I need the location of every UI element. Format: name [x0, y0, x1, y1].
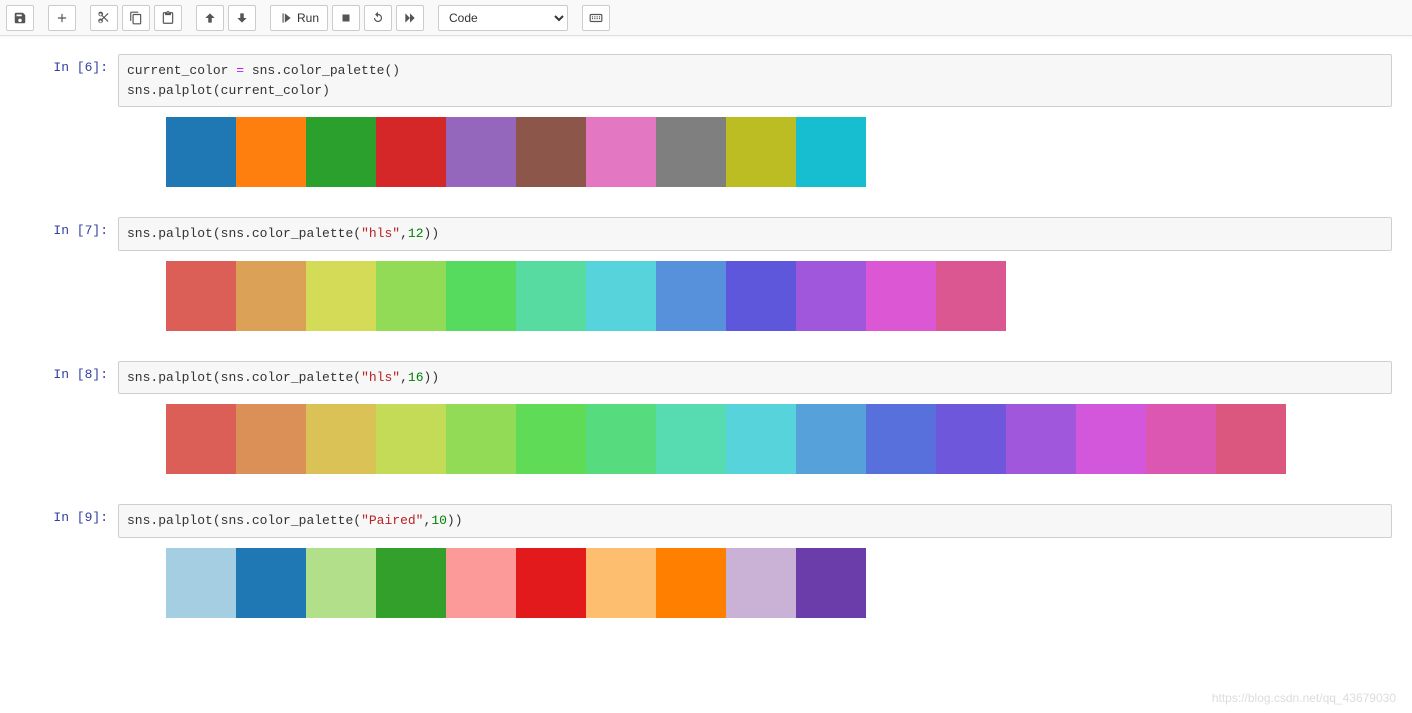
color-swatch — [236, 404, 306, 474]
input-prompt: In [6]: — [20, 54, 118, 75]
insert-cell-button[interactable] — [48, 5, 76, 31]
copy-button[interactable] — [122, 5, 150, 31]
watermark: https://blog.csdn.net/qq_43679030 — [1212, 691, 1396, 705]
color-swatch — [866, 261, 936, 331]
color-swatch — [1076, 404, 1146, 474]
color-swatch — [936, 404, 1006, 474]
color-swatch — [656, 404, 726, 474]
color-swatch — [656, 117, 726, 187]
interrupt-button[interactable] — [332, 5, 360, 31]
cell-type-select[interactable]: CodeMarkdownRaw NBConvertHeading — [438, 5, 568, 31]
cell-output — [20, 261, 1392, 331]
palette-plot — [166, 261, 1006, 331]
run-button[interactable]: Run — [270, 5, 328, 31]
palette-plot — [166, 548, 866, 618]
color-swatch — [1216, 404, 1286, 474]
paste-button[interactable] — [154, 5, 182, 31]
color-swatch — [936, 261, 1006, 331]
restart-button[interactable] — [364, 5, 392, 31]
color-swatch — [306, 404, 376, 474]
color-swatch — [376, 548, 446, 618]
code-input[interactable]: sns.palplot(sns.color_palette("hls",16)) — [118, 361, 1392, 395]
color-swatch — [236, 261, 306, 331]
color-swatch — [306, 548, 376, 618]
color-swatch — [1146, 404, 1216, 474]
color-swatch — [306, 117, 376, 187]
cell-output — [20, 548, 1392, 618]
input-prompt: In [7]: — [20, 217, 118, 238]
cut-button[interactable] — [90, 5, 118, 31]
color-swatch — [726, 404, 796, 474]
color-swatch — [376, 117, 446, 187]
notebook-container: In [6]:current_color = sns.color_palette… — [0, 36, 1412, 688]
color-swatch — [726, 261, 796, 331]
color-swatch — [236, 548, 306, 618]
color-swatch — [796, 117, 866, 187]
color-swatch — [586, 548, 656, 618]
palette-plot — [166, 404, 1286, 474]
color-swatch — [446, 404, 516, 474]
cell-output — [20, 117, 1392, 187]
command-palette-button[interactable] — [582, 5, 610, 31]
color-swatch — [656, 261, 726, 331]
color-swatch — [166, 117, 236, 187]
color-swatch — [516, 548, 586, 618]
color-swatch — [1006, 404, 1076, 474]
color-swatch — [866, 404, 936, 474]
color-swatch — [166, 404, 236, 474]
save-button[interactable] — [6, 5, 34, 31]
color-swatch — [586, 117, 656, 187]
run-label: Run — [297, 11, 319, 25]
input-prompt: In [9]: — [20, 504, 118, 525]
color-swatch — [726, 548, 796, 618]
color-swatch — [236, 117, 306, 187]
color-swatch — [796, 404, 866, 474]
color-swatch — [796, 548, 866, 618]
color-swatch — [516, 404, 586, 474]
restart-run-all-button[interactable] — [396, 5, 424, 31]
color-swatch — [656, 548, 726, 618]
code-input[interactable]: sns.palplot(sns.color_palette("hls",12)) — [118, 217, 1392, 251]
code-input[interactable]: current_color = sns.color_palette() sns.… — [118, 54, 1392, 107]
color-swatch — [446, 261, 516, 331]
toolbar: Run CodeMarkdownRaw NBConvertHeading — [0, 0, 1412, 36]
cell-output — [20, 404, 1392, 474]
code-cell: In [6]:current_color = sns.color_palette… — [20, 54, 1392, 107]
move-down-button[interactable] — [228, 5, 256, 31]
color-swatch — [586, 261, 656, 331]
move-up-button[interactable] — [196, 5, 224, 31]
code-cell: In [8]:sns.palplot(sns.color_palette("hl… — [20, 361, 1392, 395]
color-swatch — [446, 548, 516, 618]
color-swatch — [586, 404, 656, 474]
run-icon — [279, 11, 293, 25]
color-swatch — [166, 548, 236, 618]
color-swatch — [376, 261, 446, 331]
code-cell: In [9]:sns.palplot(sns.color_palette("Pa… — [20, 504, 1392, 538]
color-swatch — [796, 261, 866, 331]
color-swatch — [516, 261, 586, 331]
color-swatch — [166, 261, 236, 331]
palette-plot — [166, 117, 866, 187]
color-swatch — [446, 117, 516, 187]
color-swatch — [516, 117, 586, 187]
color-swatch — [306, 261, 376, 331]
input-prompt: In [8]: — [20, 361, 118, 382]
code-input[interactable]: sns.palplot(sns.color_palette("Paired",1… — [118, 504, 1392, 538]
color-swatch — [376, 404, 446, 474]
code-cell: In [7]:sns.palplot(sns.color_palette("hl… — [20, 217, 1392, 251]
color-swatch — [726, 117, 796, 187]
